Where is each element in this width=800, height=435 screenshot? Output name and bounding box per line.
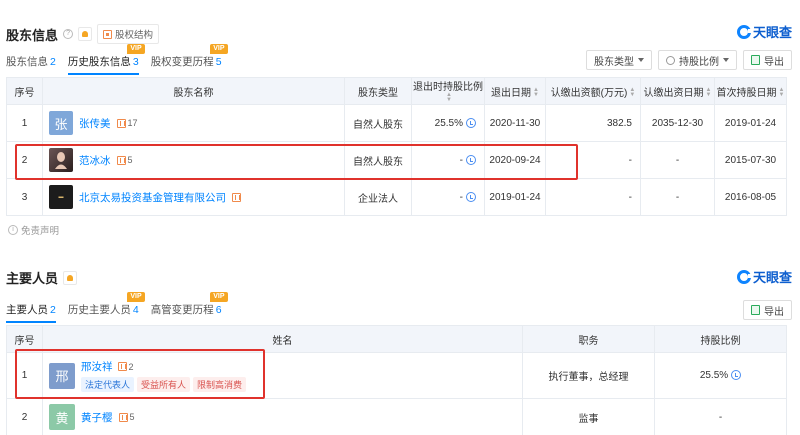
subscribed-amount: 382.5 [545, 104, 641, 142]
highlight-box [15, 144, 578, 180]
people-icon [116, 118, 126, 128]
sort-icon: ▲ ▼ [629, 86, 636, 98]
disclaimer[interactable]: i 免责声明 [8, 223, 59, 237]
col-header: 股东类型 [344, 77, 412, 105]
disclaimer-label: 免责声明 [21, 226, 60, 237]
row-index: 1 [6, 104, 43, 142]
staff-header: 主要人员 [6, 268, 78, 287]
sort-icon: ▲ ▼ [446, 92, 452, 104]
col-header: 序号 [6, 77, 43, 105]
col-header-sortable[interactable]: 首次持股日期 ▲ ▼ [714, 77, 787, 105]
exit-ratio: - [459, 191, 463, 203]
export-icon [751, 55, 760, 65]
first-holding-date: 2019-01-24 [714, 104, 787, 142]
related-people[interactable]: 17 [116, 118, 138, 128]
info-icon: i [8, 225, 18, 235]
table-row: 1 张 张传美 17 自然人股东 25.5% 2020-11-30 382.5 … [6, 104, 787, 142]
col-header-sortable[interactable]: 退出日期 ▲ ▼ [484, 77, 546, 105]
subscribed-date: 2035-12-30 [640, 104, 715, 142]
export-button[interactable]: 导出 [743, 300, 792, 320]
first-holding-date: 2016-08-05 [714, 178, 787, 216]
sort-icon: ▲ ▼ [778, 86, 785, 98]
tab-equity-change[interactable]: VIP 股权变更历程 5 [151, 44, 228, 75]
col-header: 股东名称 [42, 77, 345, 105]
subscribed-date: - [640, 141, 715, 179]
equity-icon [103, 29, 113, 39]
shareholder-type: 企业法人 [344, 178, 412, 216]
tianyancha-logo: 天眼查 [737, 22, 792, 41]
subscribed-date: - [640, 178, 715, 216]
col-header: 职务 [522, 325, 655, 353]
vip-badge: VIP [210, 44, 228, 54]
staff-toolbar: 导出 [743, 300, 792, 320]
first-holding-date: 2015-07-30 [714, 141, 787, 179]
holding-ratio: 25.5% [699, 370, 729, 381]
position: 监事 [522, 398, 655, 435]
col-header-sortable[interactable]: 认缴出资日期 ▲ ▼ [640, 77, 715, 105]
ratio-dropdown[interactable]: 持股比例 [658, 50, 737, 70]
logo-icon [737, 24, 752, 39]
avatar[interactable]: 张 [49, 111, 73, 135]
tab-main-staff[interactable]: 主要人员 2 [6, 302, 56, 323]
shareholder-type-dropdown[interactable]: 股东类型 [586, 50, 652, 70]
table-row: 2 黄 黄子樱 5 监事 - [6, 398, 787, 435]
equity-icon[interactable] [232, 192, 241, 202]
people-icon [118, 412, 128, 422]
tianyancha-logo: 天眼查 [737, 267, 792, 286]
help-icon[interactable]: ? [63, 29, 74, 39]
company-logo[interactable]: ▬ [49, 185, 73, 209]
row-index: 3 [6, 178, 43, 216]
sort-icon: ▲ ▼ [533, 86, 539, 98]
staff-tabs: 主要人员 2 VIP 历史主要人员 4 VIP 高管变更历程 6 [6, 292, 228, 323]
vip-badge: VIP [127, 44, 145, 54]
bell-icon[interactable] [63, 270, 78, 285]
table-row: 3 ▬ 北京太易投资基金管理有限公司 企业法人 - 2019-01-24 - -… [6, 178, 787, 216]
exit-ratio: 25.5% [434, 117, 463, 129]
shareholder-type: 自然人股东 [344, 104, 412, 142]
vip-badge: VIP [127, 292, 145, 302]
sort-icon: ▲ ▼ [705, 86, 712, 98]
detail-icon[interactable] [731, 370, 742, 381]
col-header-sortable[interactable]: 认缴出资额(万元) ▲ ▼ [545, 77, 641, 105]
highlight-box [15, 349, 265, 399]
tab-history-shareholders[interactable]: VIP 历史股东信息 3 [67, 44, 145, 75]
section-title: 主要人员 [6, 271, 59, 286]
table-header-row: 序号 股东名称 股东类型 退出时持股比例▲ ▼ 退出日期 ▲ ▼ 认缴出资额(万元) ▲… [6, 77, 787, 105]
shareholder-name-link[interactable]: 北京太易投资基金管理有限公司 [79, 190, 226, 205]
equity-structure-chip[interactable]: 股权结构 [97, 24, 160, 44]
position: 执行董事，总经理 [522, 352, 655, 399]
logo-text: 天眼查 [753, 270, 793, 285]
shareholder-tabs: 股东信息 2 VIP 历史股东信息 3 VIP 股权变更历程 5 [6, 44, 228, 75]
shareholder-name-link[interactable]: 张传美 [79, 116, 111, 131]
vip-badge: VIP [210, 292, 228, 302]
chevron-down-icon [638, 58, 644, 62]
related-people[interactable]: 5 [118, 412, 135, 422]
exit-date: 2020-11-30 [484, 104, 546, 142]
subscribed-amount: - [545, 178, 641, 216]
logo-icon [737, 269, 752, 284]
tab-history-staff[interactable]: VIP 历史主要人员 4 [68, 292, 145, 323]
section-title: 股东信息 [6, 27, 59, 43]
detail-icon[interactable] [466, 117, 476, 128]
bell-icon[interactable] [78, 27, 93, 41]
tab-shareholder-info[interactable]: 股东信息 2 [6, 54, 56, 75]
export-icon [751, 305, 760, 315]
equity-chip-label: 股权结构 [115, 30, 154, 41]
chevron-down-icon [723, 58, 729, 62]
export-button[interactable]: 导出 [743, 50, 792, 70]
col-header: 持股比例 [654, 325, 787, 353]
tab-exec-change[interactable]: VIP 高管变更历程 6 [151, 292, 228, 323]
staff-name-link[interactable]: 黄子樱 [81, 410, 113, 425]
avatar[interactable]: 黄 [49, 404, 75, 430]
clock-icon [666, 55, 675, 65]
row-index: 2 [6, 398, 43, 435]
col-header-sortable[interactable]: 退出时持股比例▲ ▼ [411, 77, 485, 105]
detail-icon[interactable] [466, 191, 476, 202]
shareholder-toolbar: 股东类型 持股比例 导出 [586, 50, 792, 70]
holding-ratio: - [654, 398, 787, 435]
logo-text: 天眼查 [753, 25, 793, 40]
shareholder-header: 股东信息 ? 股权结构 [6, 24, 160, 44]
exit-date: 2019-01-24 [484, 178, 546, 216]
